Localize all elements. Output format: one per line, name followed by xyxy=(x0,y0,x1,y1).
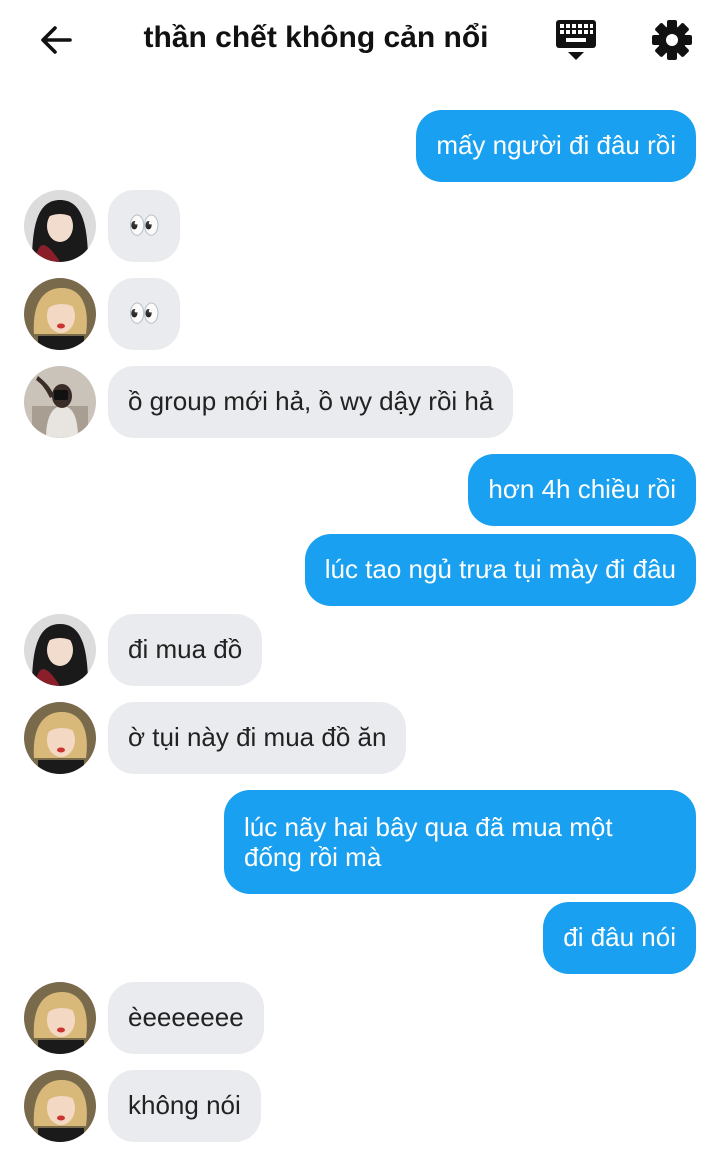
avatar-blonde[interactable] xyxy=(24,702,96,774)
incoming-message[interactable]: 👀 xyxy=(108,278,181,350)
chat-title: thần chết không cản nổi xyxy=(143,21,489,54)
settings-button[interactable] xyxy=(648,16,696,64)
gear-icon xyxy=(652,20,692,60)
avatar-mirror-selfie[interactable] xyxy=(24,366,96,438)
incoming-message[interactable]: không nói xyxy=(108,1070,261,1142)
outgoing-message[interactable]: hơn 4h chiều rồi xyxy=(468,454,696,526)
incoming-message[interactable]: èeeeeeee xyxy=(108,982,264,1054)
keyboard-toggle-button[interactable] xyxy=(552,16,600,64)
avatar-blonde[interactable] xyxy=(24,982,96,1054)
avatar-blonde[interactable] xyxy=(24,278,96,350)
chat-header: thần chết không cản nổi xyxy=(0,0,720,80)
arrow-left-icon xyxy=(41,26,72,54)
incoming-message[interactable]: ồ group mới hả, ồ wy dậy rồi hả xyxy=(108,366,514,438)
avatar-blonde[interactable] xyxy=(24,1070,96,1142)
incoming-message[interactable]: 👀 xyxy=(108,190,181,262)
outgoing-message[interactable]: lúc nãy hai bây qua đã mua một đống rồi … xyxy=(224,790,696,894)
outgoing-message[interactable]: lúc tao ngủ trưa tụi mày đi đâu xyxy=(304,534,696,606)
avatar-dark-hair[interactable] xyxy=(24,614,96,686)
keyboard-hide-icon xyxy=(556,20,596,60)
outgoing-message[interactable]: đi đâu nói xyxy=(543,902,696,974)
outgoing-message[interactable]: mấy người đi đâu rồi xyxy=(416,110,696,182)
incoming-message[interactable]: đi mua đồ xyxy=(108,614,263,686)
back-button[interactable] xyxy=(36,20,76,60)
incoming-message[interactable]: ờ tụi này đi mua đồ ăn xyxy=(108,702,407,774)
avatar-dark-hair[interactable] xyxy=(24,190,96,262)
